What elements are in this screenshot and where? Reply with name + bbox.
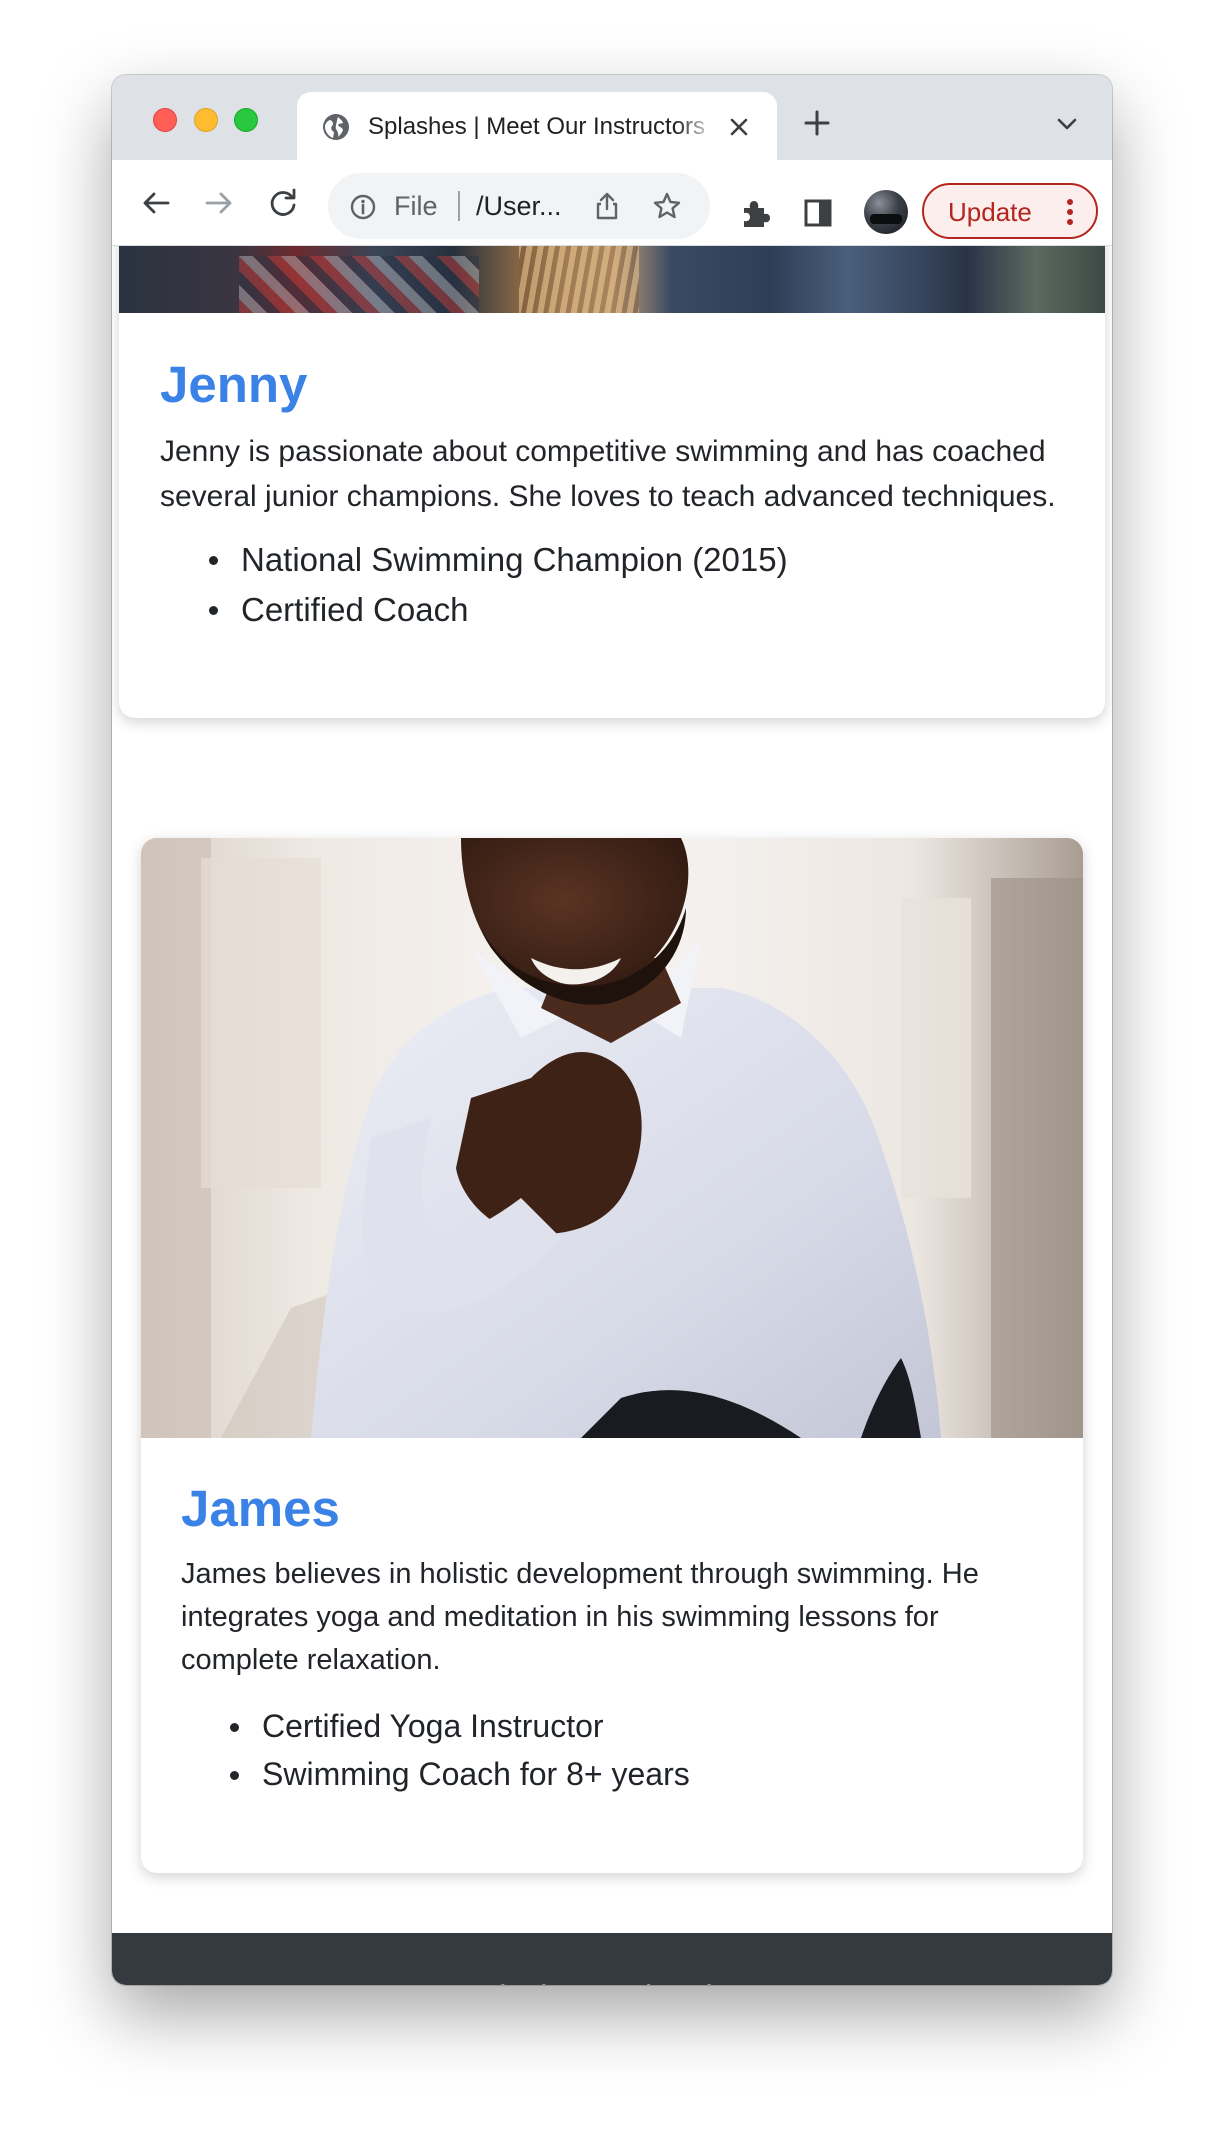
- kebab-menu-icon[interactable]: [1064, 197, 1076, 227]
- list-item: National Swimming Champion (2015): [201, 535, 1061, 585]
- instructor-card-jenny: Jenny Jenny is passionate about competit…: [119, 246, 1105, 718]
- footer-copyright: © 2023 Splashes Swimming Lessons: [112, 1977, 1112, 1985]
- chevron-down-icon[interactable]: [1054, 112, 1080, 136]
- list-item: Certified Yoga Instructor: [222, 1702, 1042, 1750]
- star-icon[interactable]: [651, 190, 683, 222]
- update-label: Update: [948, 197, 1032, 227]
- credentials-list: Certified Yoga Instructor Swimming Coach…: [222, 1702, 1042, 1798]
- instructor-description: James believes in holistic development t…: [181, 1558, 979, 1676]
- instructor-name: James: [181, 1480, 340, 1537]
- instructor-photo-james: [141, 838, 1083, 1438]
- share-icon[interactable]: [592, 190, 622, 222]
- url-text[interactable]: /User...: [476, 190, 562, 222]
- browser-tab[interactable]: Splashes | Meet Our Instructors: [297, 92, 777, 160]
- browser-toolbar: File /User... Update: [112, 160, 1112, 246]
- address-bar[interactable]: File /User...: [328, 173, 710, 239]
- credentials-list: National Swimming Champion (2015) Certif…: [201, 535, 1061, 635]
- url-separator: [458, 191, 460, 221]
- close-window-button[interactable]: [153, 108, 177, 132]
- puzzle-icon[interactable]: [738, 196, 772, 230]
- arrow-left-icon[interactable]: [138, 185, 174, 221]
- side-panel-icon[interactable]: [802, 197, 834, 229]
- instructor-photo-jenny: [119, 246, 1105, 313]
- tab-title: Splashes | Meet Our Instructors: [368, 111, 716, 143]
- browser-window: Splashes | Meet Our Instructors File /Us…: [112, 75, 1112, 1985]
- info-icon[interactable]: [348, 192, 378, 222]
- avatar[interactable]: [864, 190, 908, 234]
- arrow-right-icon[interactable]: [201, 185, 237, 221]
- page-viewport[interactable]: Jenny Jenny is passionate about competit…: [112, 246, 1112, 1985]
- minimize-window-button[interactable]: [194, 108, 218, 132]
- list-item: Certified Coach: [201, 585, 1061, 635]
- update-button[interactable]: Update: [922, 183, 1098, 239]
- instructor-name: Jenny: [160, 356, 308, 413]
- close-icon[interactable]: [725, 113, 753, 141]
- page-footer: © 2023 Splashes Swimming Lessons: [112, 1933, 1112, 1985]
- plus-icon[interactable]: [802, 108, 832, 138]
- reload-icon[interactable]: [265, 185, 301, 221]
- globe-icon: [323, 114, 349, 140]
- list-item: Swimming Coach for 8+ years: [222, 1750, 1042, 1798]
- url-scheme-label: File: [394, 191, 438, 221]
- instructor-description: Jenny is passionate about competitive sw…: [160, 435, 1056, 513]
- zoom-window-button[interactable]: [234, 108, 258, 132]
- instructor-card-james: James James believes in holistic develop…: [141, 838, 1083, 1873]
- tab-strip: Splashes | Meet Our Instructors: [112, 75, 1112, 160]
